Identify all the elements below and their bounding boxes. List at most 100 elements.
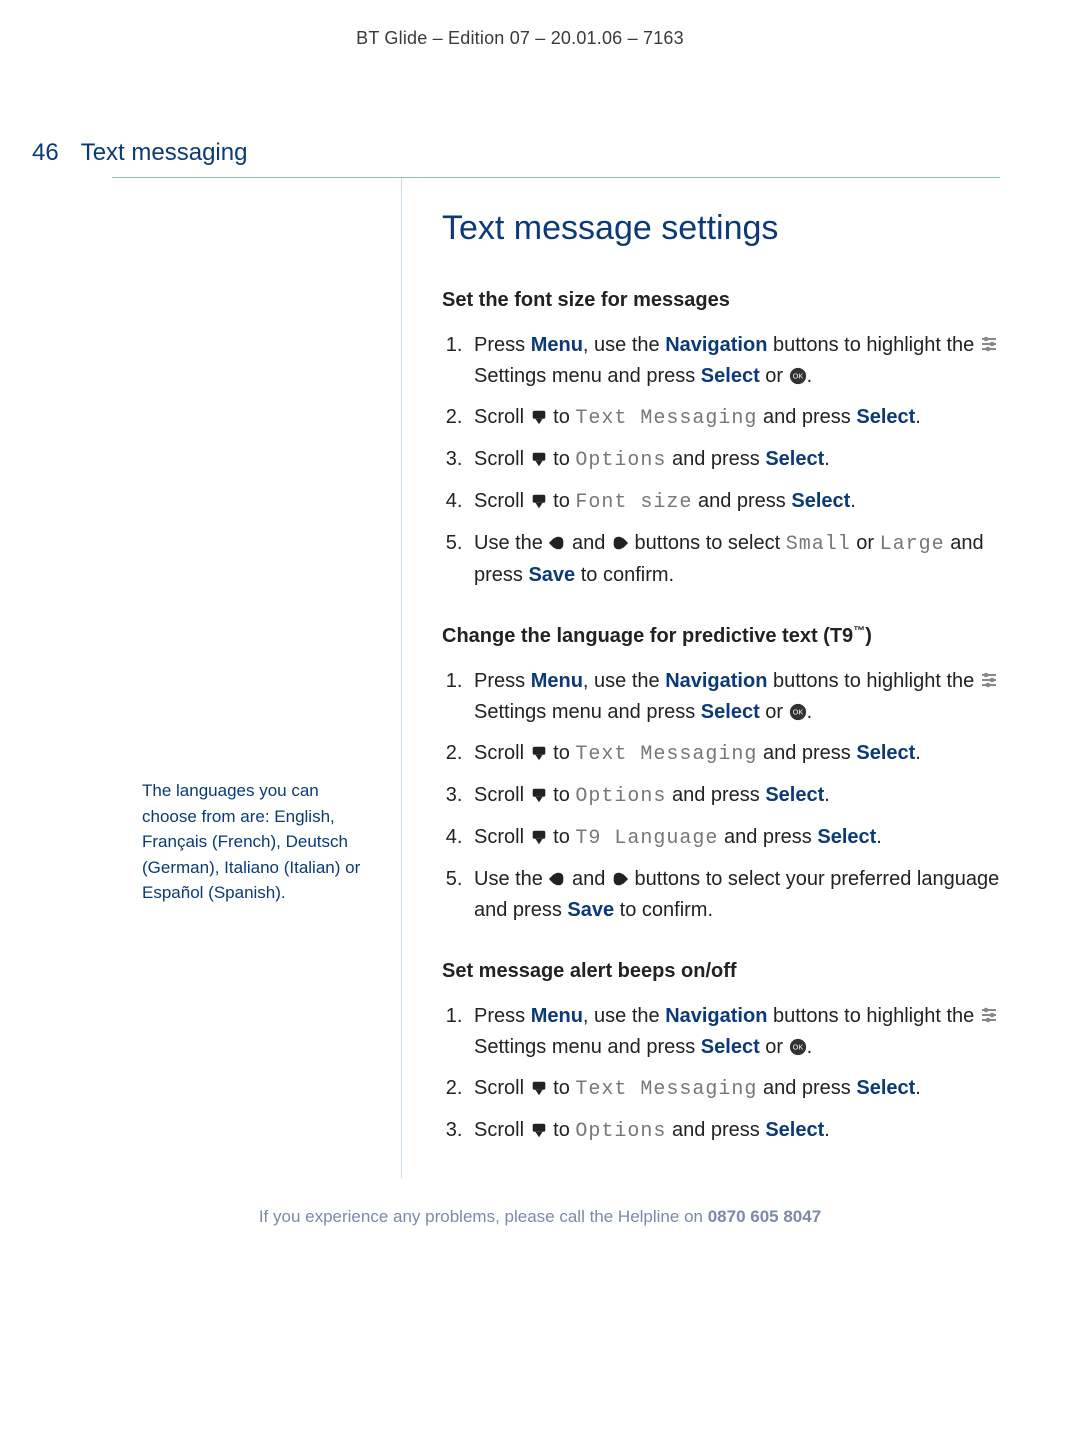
scroll-down-icon: [530, 744, 548, 762]
document-header: BT Glide – Edition 07 – 20.01.06 – 7163: [40, 28, 1000, 49]
keyword-navigation: Navigation: [665, 1005, 767, 1027]
ok-button-icon: [789, 703, 807, 721]
step: Scroll to Font size and press Select.: [468, 486, 1000, 518]
steps-alert: Press Menu, use the Navigation buttons t…: [442, 1001, 1000, 1147]
text: Scroll: [474, 1119, 530, 1141]
keyword-select: Select: [856, 406, 915, 428]
text: Settings menu and press: [474, 365, 701, 387]
page-number: 46: [32, 139, 59, 167]
keyword-select: Select: [701, 1036, 760, 1058]
keyword-select: Select: [701, 365, 760, 387]
scroll-down-icon: [530, 1121, 548, 1139]
keyword-select: Select: [856, 1077, 915, 1099]
text: to: [548, 1077, 576, 1099]
text: to: [548, 742, 576, 764]
step: Use the and buttons to select Small or L…: [468, 528, 1000, 591]
text: buttons to highlight the: [767, 1005, 979, 1027]
step: Scroll to Text Messaging and press Selec…: [468, 738, 1000, 770]
step: Scroll to Text Messaging and press Selec…: [468, 1073, 1000, 1105]
trademark: ™: [853, 623, 865, 637]
ok-button-icon: [789, 1038, 807, 1056]
steps-language: Press Menu, use the Navigation buttons t…: [442, 666, 1000, 926]
text: buttons to highlight the: [767, 334, 979, 356]
footer-text: If you experience any problems, please c…: [259, 1207, 708, 1226]
chapter-title: Text messaging: [81, 139, 248, 167]
section-title-font: Set the font size for messages: [442, 285, 1000, 316]
text: Scroll: [474, 406, 530, 428]
text: .: [915, 406, 921, 428]
text: buttons to highlight the: [767, 670, 979, 692]
content-columns: The languages you can choose from are: E…: [112, 178, 1000, 1178]
lcd-text: Text Messaging: [575, 743, 757, 766]
text: to confirm.: [575, 564, 674, 586]
text: Settings menu and press: [474, 1036, 701, 1058]
step: Scroll to Text Messaging and press Selec…: [468, 402, 1000, 434]
text: and press: [757, 406, 856, 428]
text: and press: [666, 1119, 765, 1141]
keyword-save: Save: [567, 899, 614, 921]
settings-icon: [980, 334, 1000, 354]
text: and: [566, 868, 610, 890]
nav-right-icon: [611, 534, 629, 552]
text: or: [760, 1036, 789, 1058]
step: Use the and buttons to select your prefe…: [468, 864, 1000, 926]
sidebar-note: The languages you can choose from are: E…: [142, 778, 371, 906]
text: Change the language for predictive text …: [442, 625, 853, 647]
text: to confirm.: [614, 899, 713, 921]
text: Scroll: [474, 826, 530, 848]
keyword-select: Select: [701, 701, 760, 723]
keyword-menu: Menu: [531, 1005, 583, 1027]
lcd-text: Options: [575, 1120, 666, 1143]
lcd-text: Options: [575, 449, 666, 472]
keyword-select: Select: [765, 784, 824, 806]
text: to: [548, 490, 576, 512]
text: .: [915, 742, 921, 764]
lcd-text: Font size: [575, 491, 692, 514]
text: or: [851, 532, 880, 554]
steps-font: Press Menu, use the Navigation buttons t…: [442, 330, 1000, 591]
text: Scroll: [474, 1077, 530, 1099]
text: and press: [666, 448, 765, 470]
text: .: [824, 784, 830, 806]
text: Scroll: [474, 742, 530, 764]
keyword-select: Select: [765, 1119, 824, 1141]
text: .: [807, 701, 813, 723]
nav-right-icon: [611, 870, 629, 888]
keyword-menu: Menu: [531, 334, 583, 356]
text: Use the: [474, 532, 548, 554]
ok-button-icon: [789, 367, 807, 385]
text: Settings menu and press: [474, 701, 701, 723]
keyword-navigation: Navigation: [665, 334, 767, 356]
text: to: [548, 1119, 576, 1141]
text: Scroll: [474, 448, 530, 470]
text: and: [566, 532, 610, 554]
footer: If you experience any problems, please c…: [0, 1207, 1080, 1227]
text: or: [760, 365, 789, 387]
text: buttons to select: [629, 532, 786, 554]
scroll-down-icon: [530, 492, 548, 510]
text: .: [807, 1036, 813, 1058]
text: to: [548, 784, 576, 806]
section-title-language: Change the language for predictive text …: [442, 621, 1000, 652]
helpline-phone: 0870 605 8047: [708, 1207, 821, 1226]
text: Scroll: [474, 490, 530, 512]
text: to: [548, 448, 576, 470]
text: ): [865, 625, 872, 647]
text: to: [548, 406, 576, 428]
text: or: [760, 701, 789, 723]
step: Press Menu, use the Navigation buttons t…: [468, 1001, 1000, 1063]
nav-left-icon: [548, 870, 566, 888]
step: Scroll to Options and press Select.: [468, 1115, 1000, 1147]
main-content: Text message settings Set the font size …: [402, 178, 1000, 1178]
lcd-text: Options: [575, 785, 666, 808]
step: Scroll to Options and press Select.: [468, 780, 1000, 812]
text: .: [876, 826, 882, 848]
step: Scroll to T9 Language and press Select.: [468, 822, 1000, 854]
keyword-select: Select: [856, 742, 915, 764]
lcd-text: Text Messaging: [575, 1078, 757, 1101]
step: Press Menu, use the Navigation buttons t…: [468, 330, 1000, 392]
text: .: [850, 490, 856, 512]
keyword-navigation: Navigation: [665, 670, 767, 692]
scroll-down-icon: [530, 408, 548, 426]
chapter-header: 46 Text messaging: [32, 139, 1000, 167]
